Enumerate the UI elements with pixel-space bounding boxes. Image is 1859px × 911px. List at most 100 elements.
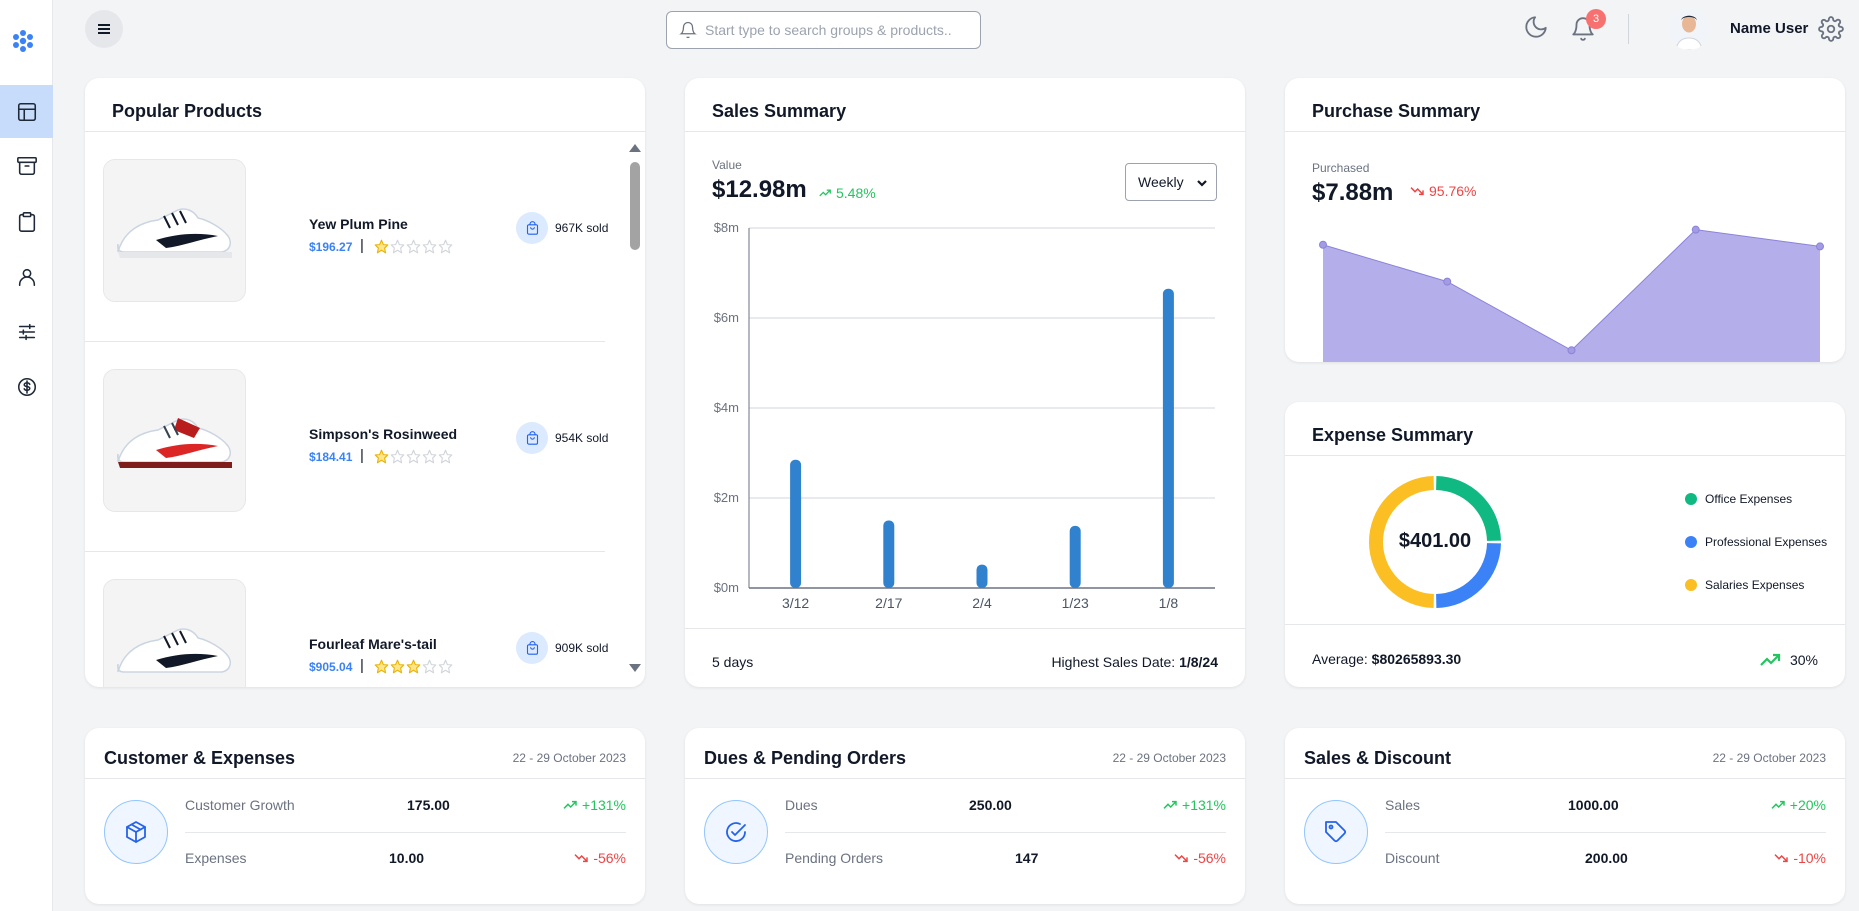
sliders-icon (18, 323, 35, 340)
row-value: 200.00 (1585, 850, 1628, 866)
notification-badge: 3 (1586, 9, 1606, 29)
row-change: -56% (573, 850, 626, 866)
star-empty-icon (406, 449, 421, 464)
trending-up-icon (1760, 653, 1781, 666)
legend-dot (1685, 579, 1697, 591)
divider (785, 832, 1226, 833)
sidebar-item-products[interactable] (0, 195, 53, 248)
sidebar-item-users[interactable] (0, 250, 53, 303)
row-change: -56% (1173, 850, 1226, 866)
star-filled-icon (406, 659, 421, 674)
row-value: 1000.00 (1568, 797, 1619, 813)
scrollbar-thumb[interactable] (630, 162, 640, 250)
date-range: 22 - 29 October 2023 (1112, 751, 1226, 765)
divider (85, 778, 645, 779)
product-image (103, 159, 246, 302)
bell-search-icon (679, 21, 697, 39)
product-price: $196.27 (309, 240, 353, 254)
row-label: Expenses (185, 850, 247, 866)
product-price: $905.04 (309, 660, 353, 674)
product-image (103, 579, 246, 687)
highest-sales: Highest Sales Date: 1/8/24 (1051, 654, 1218, 670)
card-title: Popular Products (112, 101, 263, 121)
expense-total: $401.00 (1398, 530, 1472, 552)
x-tick-label: 1/8 (1159, 595, 1179, 611)
menu-button[interactable] (85, 10, 123, 48)
scroll-up-arrow[interactable] (629, 144, 641, 152)
search-input[interactable] (705, 22, 965, 38)
rating-stars (374, 239, 453, 254)
archive-icon (16, 156, 37, 175)
sidebar-item-inventory[interactable] (0, 139, 53, 192)
area-point[interactable] (1567, 346, 1576, 355)
scroll-down-arrow[interactable] (629, 664, 641, 672)
bar[interactable] (883, 520, 895, 589)
sold-count: 909K sold (555, 641, 609, 655)
sidebar (0, 0, 53, 911)
sales-discount-card: Sales & Discount 22 - 29 October 2023 Sa… (1285, 728, 1845, 904)
bar[interactable] (1162, 288, 1174, 588)
row-change: -10% (1773, 850, 1826, 866)
trending-down-icon (1174, 854, 1189, 863)
bar[interactable] (790, 459, 802, 588)
separator: | (360, 657, 364, 674)
sidebar-item-expenses[interactable] (0, 360, 53, 413)
average-value: $80265893.30 (1371, 651, 1462, 667)
row-value: 147 (1015, 850, 1039, 866)
sidebar-item-settings[interactable] (0, 305, 53, 358)
star-filled-icon (374, 239, 389, 254)
product-name: Yew Plum Pine (309, 216, 408, 232)
legend-label: Salaries Expenses (1705, 578, 1805, 592)
card-title: Dues & Pending Orders (704, 748, 907, 768)
row-change-value: -56% (1193, 850, 1226, 866)
date-range: 22 - 29 October 2023 (512, 751, 626, 765)
area-point[interactable] (1443, 277, 1452, 286)
search-bar[interactable] (666, 11, 981, 49)
area-point[interactable] (1319, 240, 1327, 249)
row-label: Customer Growth (185, 797, 295, 813)
separator: | (360, 447, 364, 464)
bar[interactable] (976, 564, 988, 588)
row-change: +20% (1770, 797, 1826, 813)
rating-stars (374, 659, 453, 674)
trending-down-icon (574, 854, 589, 863)
purchase-summary-card: Purchase Summary Purchased $7.88m 95.76% (1285, 78, 1845, 362)
settings-button[interactable] (1818, 16, 1844, 47)
area-point[interactable] (1816, 242, 1824, 251)
area-point[interactable] (1691, 225, 1700, 234)
star-empty-icon (422, 449, 437, 464)
product-item[interactable]: Simpson's Rosinweed $184.41 | 954K sold (85, 342, 625, 552)
star-empty-icon (438, 449, 453, 464)
user-icon (18, 268, 35, 286)
bar[interactable] (1069, 525, 1081, 588)
bag-icon (516, 422, 548, 454)
notifications-button[interactable]: 3 (1570, 9, 1606, 47)
product-image (103, 369, 246, 512)
user-name[interactable]: Name User (1730, 20, 1808, 37)
star-filled-icon (390, 659, 405, 674)
y-tick-label: $2m (714, 490, 739, 505)
y-tick-label: $6m (714, 310, 739, 325)
trending-up-icon (1163, 800, 1177, 809)
divider (685, 628, 1245, 629)
legend-salaries: Salaries Expenses (1685, 578, 1804, 592)
date-range: 22 - 29 October 2023 (1712, 751, 1826, 765)
sales-bar-chart: $0m $2m $4m $6m $8m 3/12 2/17 2/4 1/23 1/8 (714, 220, 1215, 611)
expense-summary-card: Expense Summary $401.00 Office Expenses … (1285, 402, 1845, 687)
product-item[interactable]: Yew Plum Pine $196.27 | 967K sold (85, 132, 625, 342)
moon-icon (1525, 16, 1547, 38)
product-item[interactable]: Fourleaf Mare's-tail $905.04 | 909K sold (85, 552, 625, 687)
avatar[interactable] (1668, 8, 1710, 50)
star-empty-icon (438, 239, 453, 254)
row-change: +131% (562, 797, 626, 813)
dark-mode-toggle[interactable] (1523, 14, 1549, 45)
sidebar-item-dashboard[interactable] (0, 85, 53, 138)
star-filled-icon (374, 449, 389, 464)
row-label: Discount (1385, 850, 1440, 866)
box-icon (126, 821, 146, 843)
product-price: $184.41 (309, 450, 353, 464)
days-count: 5 days (712, 654, 754, 670)
logo-icon[interactable] (10, 28, 36, 54)
star-empty-icon (390, 239, 405, 254)
hamburger-icon (98, 24, 110, 34)
